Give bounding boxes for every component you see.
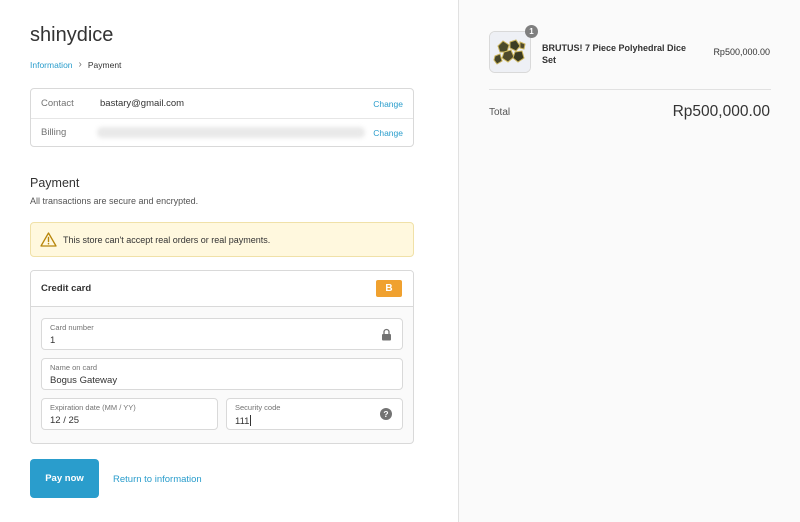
total-label: Total [489,107,511,118]
bogus-gateway-badge: B [376,280,402,297]
payment-title: Payment [30,176,80,190]
breadcrumb: Information › Payment [30,59,121,70]
billing-label: Billing [41,127,67,138]
product-name: BRUTUS! 7 Piece Polyhedral Dice Set [542,43,687,65]
security-code-label: Security code [235,403,281,412]
change-contact-link[interactable]: Change [373,99,403,109]
billing-address-redacted [97,127,365,138]
notice-text: This store can't accept real orders or r… [63,234,271,245]
review-row-billing: Billing Change [31,118,413,147]
security-code-value-wrap: 111 [235,415,252,427]
summary-divider [489,89,771,90]
contact-label: Contact [41,98,74,109]
text-caret [250,415,252,426]
security-code-field[interactable]: Security code 111 ? [226,398,403,430]
credit-card-box: Credit card B Card number 1 Name on card… [30,270,414,444]
breadcrumb-information-link[interactable]: Information [30,60,73,70]
card-number-field[interactable]: Card number 1 [41,318,403,350]
product-price: Rp500,000.00 [713,47,770,57]
expiration-date-label: Expiration date (MM / YY) [50,403,136,412]
pay-now-button[interactable]: Pay now [30,459,99,498]
lock-icon [382,328,391,341]
expiration-date-value: 12 / 25 [50,415,80,426]
order-summary: 1 BRUTUS! 7 Piece Polyhedral Dice Set Rp… [458,0,800,522]
quantity-badge: 1 [525,25,538,38]
breadcrumb-chevron-icon: › [78,59,82,70]
dice-image-icon [490,32,530,72]
name-on-card-label: Name on card [50,363,98,372]
return-to-information-link[interactable]: Return to information [113,474,202,485]
name-on-card-field[interactable]: Name on card Bogus Gateway [41,358,403,390]
contact-value: bastary@gmail.com [100,98,185,109]
expiration-date-field[interactable]: Expiration date (MM / YY) 12 / 25 [41,398,218,430]
checkout-main: shinydice Information › Payment Contact … [0,0,458,522]
total-value: Rp500,000.00 [672,103,770,120]
change-billing-link[interactable]: Change [373,128,403,138]
payment-subtitle: All transactions are secure and encrypte… [30,196,199,206]
credit-card-title: Credit card [41,283,92,294]
review-row-contact: Contact bastary@gmail.com Change [31,89,413,119]
card-number-label: Card number [50,323,94,332]
store-name[interactable]: shinydice [30,24,113,47]
breadcrumb-current: Payment [87,59,122,70]
credit-card-header[interactable]: Credit card B [31,271,413,307]
warning-triangle-icon [40,232,57,247]
card-number-value: 1 [50,335,56,346]
help-circle-icon[interactable]: ? [380,408,392,420]
name-on-card-value: Bogus Gateway [50,375,118,386]
review-box: Contact bastary@gmail.com Change Billing… [30,88,414,147]
product-thumbnail [489,31,531,73]
test-mode-notice: This store can't accept real orders or r… [30,222,414,257]
security-code-value: 111 [235,416,250,427]
